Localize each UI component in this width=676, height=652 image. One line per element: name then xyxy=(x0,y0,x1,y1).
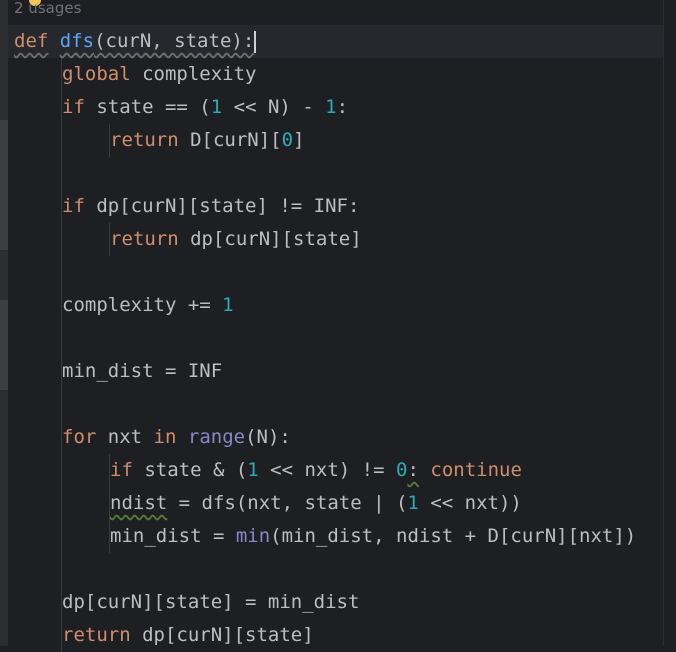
code-line[interactable]: return dp[curN][state] xyxy=(62,619,314,652)
code-token: if xyxy=(62,96,85,118)
code-token: 0 xyxy=(281,129,294,151)
code-token: complexity xyxy=(130,63,257,85)
code-line[interactable]: min_dist = INF xyxy=(62,355,222,388)
code-token: min_dist = xyxy=(110,525,236,547)
code-token: global xyxy=(62,63,131,85)
code-token: min xyxy=(235,525,271,547)
code-token: return xyxy=(110,228,179,250)
code-line[interactable]: return dp[curN][state] xyxy=(110,223,362,256)
code-line[interactable]: complexity += 1 xyxy=(62,289,234,322)
code-line[interactable]: if state & (1 << nxt) != 0: continue xyxy=(110,454,522,487)
code-token: complexity += xyxy=(62,294,223,316)
scrollbar[interactable] xyxy=(663,0,676,646)
code-token: 1 xyxy=(247,459,259,481)
code-editor[interactable]: 2 usages def dfs(curN, state): global com… xyxy=(8,0,664,652)
code-line[interactable]: global complexity xyxy=(62,58,256,91)
code-token: 1 xyxy=(407,492,419,514)
code-token: nxt xyxy=(96,426,154,448)
code-token: return xyxy=(62,624,131,646)
code-token: (N): xyxy=(245,426,291,448)
code-token: 1 xyxy=(210,96,223,118)
code-token: = dfs(nxt, state | ( xyxy=(167,492,408,514)
code-token: def xyxy=(14,30,49,52)
code-token: dp[curN][state] != INF: xyxy=(84,195,360,217)
code-line[interactable]: min_dist = min(min_dist, ndist + D[curN]… xyxy=(110,520,636,553)
code-line[interactable]: dp[curN][state] = min_dist xyxy=(62,586,359,619)
code-token: << nxt) != xyxy=(258,459,397,481)
code-token: for xyxy=(62,426,97,448)
text-caret xyxy=(254,30,257,53)
code-token: ] xyxy=(293,129,305,151)
code-token: in xyxy=(153,426,177,448)
code-token: dp[curN][state] xyxy=(178,228,362,250)
code-token: << nxt)) xyxy=(418,492,522,514)
left-strip-marker xyxy=(0,120,8,250)
code-line[interactable]: def dfs(curN, state): xyxy=(14,25,257,58)
code-token: 1 xyxy=(222,294,234,316)
code-token: continue xyxy=(430,459,522,481)
code-token: (min_dist, ndist + D[curN][nxt]) xyxy=(270,525,637,547)
code-line[interactable]: if state == (1 << N) - 1: xyxy=(62,91,348,124)
code-token: dp[curN][state] = min_dist xyxy=(62,591,360,613)
code-token: : xyxy=(407,459,419,481)
code-token: state & ( xyxy=(132,459,248,481)
code-token: dp[curN][state] xyxy=(130,624,314,646)
code-token: range xyxy=(187,426,246,448)
code-line[interactable]: for nxt in range(N): xyxy=(62,421,291,454)
code-line[interactable]: return D[curN][0] xyxy=(110,124,305,157)
left-strip-marker xyxy=(0,300,8,390)
left-tool-strip xyxy=(0,0,8,646)
code-line[interactable]: if dp[curN][state] != INF: xyxy=(62,190,359,223)
code-token: 0 xyxy=(396,459,408,481)
code-token: dfs xyxy=(59,30,95,52)
code-token: 1 xyxy=(325,96,337,118)
code-token: << N) - xyxy=(222,96,326,118)
code-token: state == ( xyxy=(84,96,211,118)
code-token: D[curN][ xyxy=(178,129,282,151)
code-token: min_dist = INF xyxy=(62,360,223,382)
code-token: (curN, state): xyxy=(94,30,255,52)
code-token: return xyxy=(110,129,179,151)
code-token: ndist xyxy=(110,492,168,514)
code-line[interactable]: ndist = dfs(nxt, state | (1 << nxt)) xyxy=(110,487,522,520)
usages-hint[interactable]: 2 usages xyxy=(14,0,81,18)
code-token: : xyxy=(336,96,349,118)
code-token: if xyxy=(62,195,85,217)
code-token: if xyxy=(110,459,133,481)
